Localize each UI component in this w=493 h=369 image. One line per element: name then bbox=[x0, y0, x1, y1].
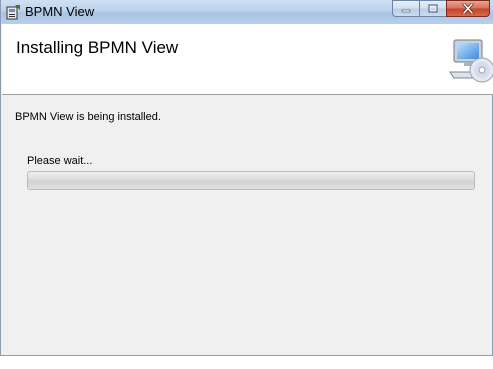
wizard-header: Installing BPMN View bbox=[2, 24, 493, 95]
install-status-text: BPMN View is being installed. bbox=[15, 111, 161, 123]
close-button[interactable] bbox=[446, 0, 490, 17]
install-progress-bar bbox=[27, 171, 475, 190]
close-icon bbox=[462, 3, 474, 14]
computer-cd-icon bbox=[449, 39, 493, 83]
minimize-button[interactable] bbox=[392, 0, 419, 17]
installer-window: BPMN View Installing BPMN View BPMN View… bbox=[0, 0, 493, 356]
title-bar[interactable]: BPMN View bbox=[1, 0, 493, 24]
maximize-button[interactable] bbox=[419, 0, 446, 17]
minimize-icon bbox=[401, 9, 411, 12]
window-title: BPMN View bbox=[25, 4, 95, 19]
please-wait-label: Please wait... bbox=[27, 155, 93, 167]
page-title: Installing BPMN View bbox=[16, 38, 179, 57]
installer-icon bbox=[6, 5, 20, 20]
caption-buttons bbox=[392, 0, 490, 18]
maximize-icon bbox=[428, 4, 438, 13]
